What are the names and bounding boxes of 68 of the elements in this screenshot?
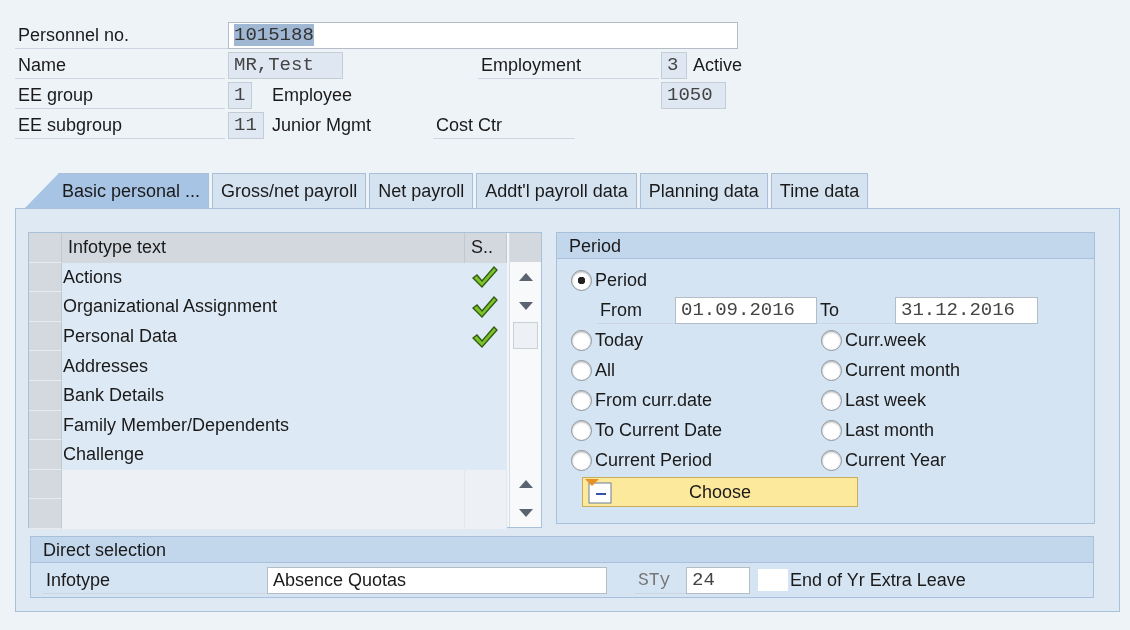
- check-icon: [472, 325, 498, 348]
- row-selector[interactable]: [29, 499, 62, 529]
- row-selector[interactable]: [29, 351, 62, 381]
- ee-group-text: Employee: [271, 84, 354, 106]
- row-selector[interactable]: [29, 410, 62, 441]
- field-label: Name: [15, 51, 225, 79]
- blank-field: [758, 569, 788, 591]
- radio-option[interactable]: Current month: [821, 355, 1071, 385]
- radio-option[interactable]: Period: [571, 265, 821, 295]
- row-selector[interactable]: [29, 292, 62, 322]
- tab[interactable]: Addt'l payroll data: [476, 173, 637, 208]
- employment-code-field: 3: [661, 51, 687, 79]
- field-label: Employment: [478, 51, 659, 79]
- row-selector[interactable]: [29, 321, 62, 352]
- code-field: 1050: [661, 81, 727, 109]
- name-field: MR,Test: [228, 51, 343, 79]
- tab[interactable]: Time data: [770, 173, 869, 208]
- to-date-field[interactable]: 31.12.2016: [895, 296, 1038, 324]
- radio-option[interactable]: Curr.week: [821, 325, 1071, 355]
- tab[interactable]: Gross/net payroll: [212, 173, 367, 208]
- scroll-up-icon: [518, 272, 533, 281]
- personnel-number-field[interactable]: 1015188: [228, 21, 738, 49]
- scroll-thumb[interactable]: [513, 322, 538, 349]
- row-selector[interactable]: [29, 380, 62, 411]
- row-selector[interactable]: [29, 440, 62, 470]
- from-date-field[interactable]: 01.09.2016: [675, 296, 817, 324]
- ee-subgroup-text: Junior Mgmt: [271, 114, 373, 136]
- radio-option[interactable]: Today: [571, 325, 821, 355]
- radio-option[interactable]: Last month: [821, 415, 1071, 445]
- field-label: EE subgroup: [15, 111, 225, 139]
- radio-option[interactable]: To Current Date: [571, 415, 821, 445]
- subtype-field[interactable]: 24: [686, 566, 750, 594]
- radio-option[interactable]: Last week: [821, 385, 1071, 415]
- scroll-down-icon: [518, 508, 533, 517]
- tab[interactable]: Planning data: [639, 173, 768, 208]
- row-selector[interactable]: [29, 233, 62, 263]
- scroll-up-icon: [518, 479, 533, 488]
- ee-group-code-field: 1: [228, 81, 252, 109]
- radio-option[interactable]: Current Period: [571, 445, 821, 475]
- choose-button[interactable]: Choose: [582, 477, 858, 507]
- employment-status: Active: [692, 54, 744, 76]
- table-cell: Organizational Assignment: [62, 292, 465, 322]
- infotype-field[interactable]: Absence Quotas: [267, 566, 607, 594]
- scroll-down-icon: [518, 301, 533, 310]
- selection-icon: [585, 479, 613, 505]
- field-label: EE group: [15, 81, 225, 109]
- radio-option[interactable]: From curr.date: [571, 385, 821, 415]
- field-label: Cost Ctr: [433, 111, 576, 139]
- table-cell: Personal Data: [62, 321, 465, 352]
- subtype-text: End of Yr Extra Leave: [789, 569, 967, 591]
- row-selector[interactable]: [29, 262, 62, 293]
- column-header[interactable]: Infotype text: [62, 233, 465, 263]
- radio-option[interactable]: Current Year: [821, 445, 1071, 475]
- table-cell: Challenge: [62, 440, 465, 470]
- table-cell: Addresses: [62, 351, 465, 381]
- column-header[interactable]: S..: [465, 233, 507, 263]
- check-icon: [472, 266, 498, 289]
- table-cell: Family Member/Dependents: [62, 410, 465, 441]
- tab[interactable]: Basic personal ...: [25, 173, 210, 208]
- check-icon: [472, 296, 498, 318]
- row-selector[interactable]: [29, 469, 62, 500]
- radio-option[interactable]: All: [571, 355, 821, 385]
- tab[interactable]: Net payroll: [369, 173, 474, 208]
- table-cell: Actions: [62, 262, 465, 293]
- ee-subgroup-code-field: 11: [228, 111, 264, 139]
- group-title: Direct selection: [31, 537, 1093, 563]
- table-cell: Bank Details: [62, 380, 465, 411]
- group-title: Period: [557, 233, 1094, 259]
